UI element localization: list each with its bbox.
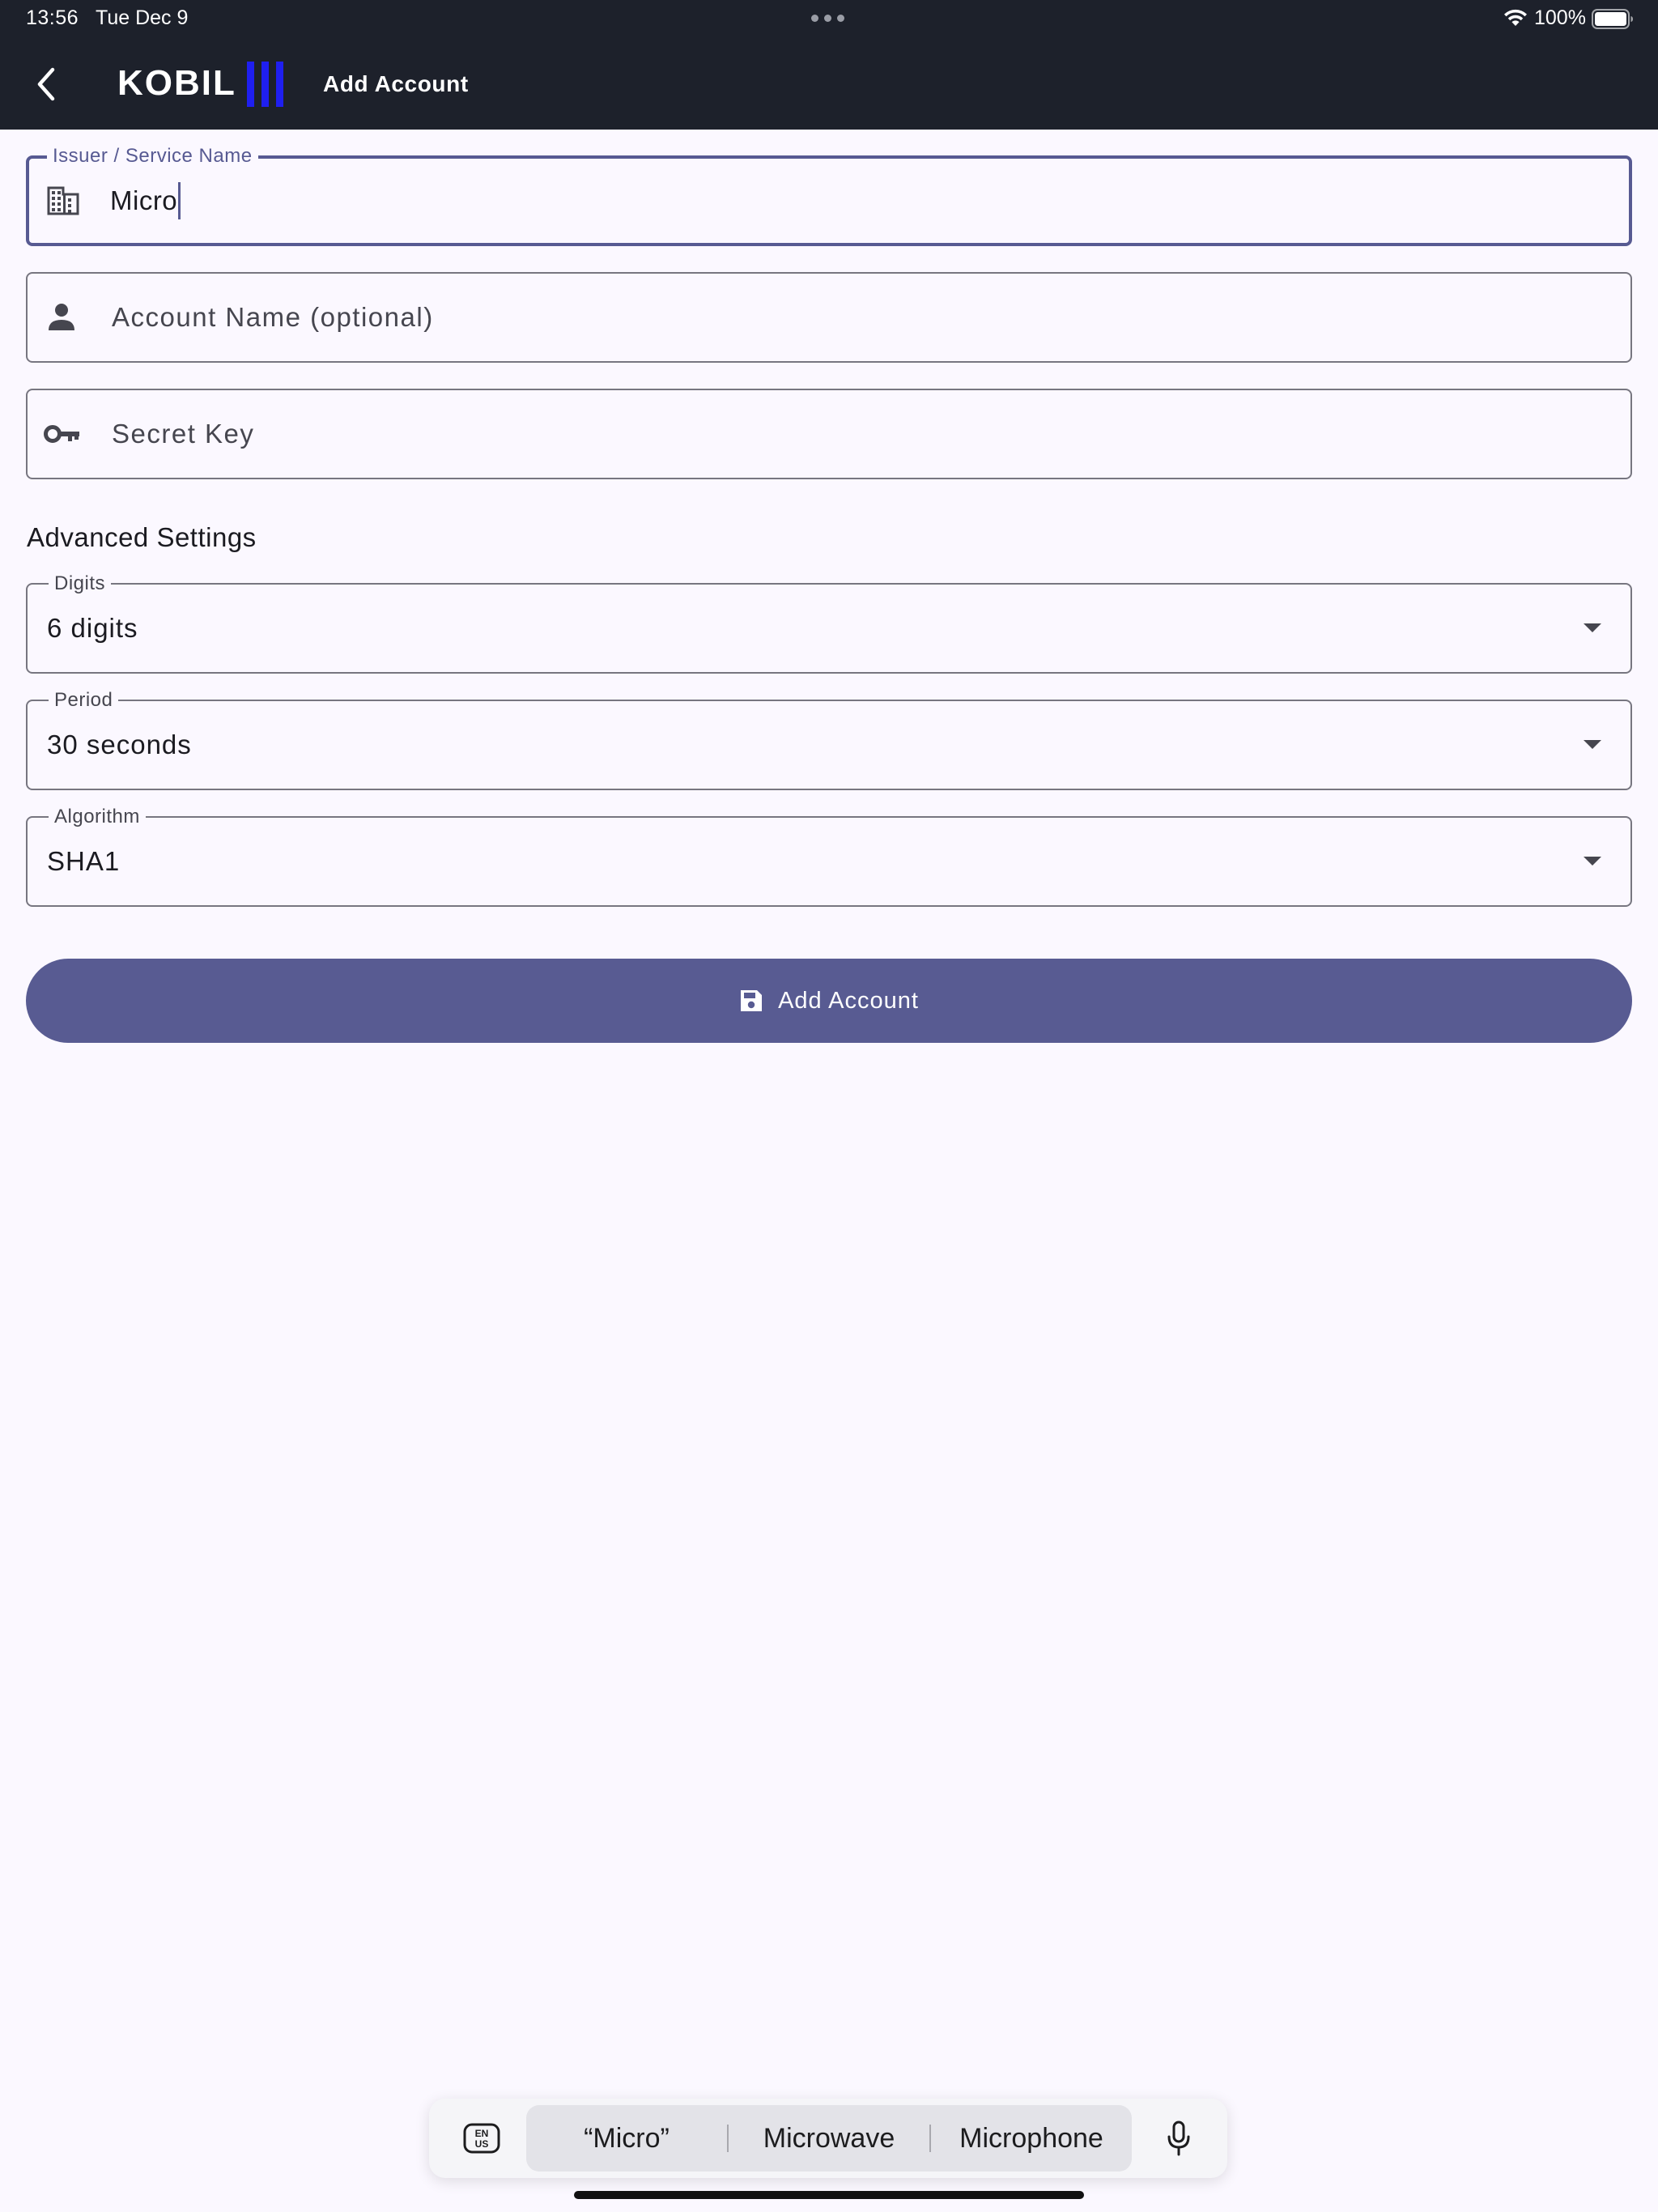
algorithm-select[interactable]: Algorithm SHA1 — [26, 806, 1632, 907]
issuer-input-value: Micro — [110, 185, 178, 215]
period-value: 30 seconds — [47, 730, 192, 759]
keyboard-suggestion-bar: EN US “Micro” Microwave Microphone — [429, 2099, 1227, 2178]
brand-logo-bars-icon — [247, 62, 283, 107]
add-account-button[interactable]: Add Account — [26, 959, 1632, 1043]
chevron-left-icon — [37, 67, 55, 101]
suggestion-item[interactable]: Microphone — [931, 2123, 1132, 2155]
account-name-input[interactable]: Account Name (optional) — [112, 274, 434, 361]
brand-logo-text: KOBIL — [117, 63, 236, 103]
person-icon — [45, 274, 77, 361]
svg-text:US: US — [475, 2138, 489, 2150]
building-icon — [47, 159, 79, 243]
text-caret — [178, 182, 181, 219]
wifi-icon — [1504, 9, 1527, 26]
save-icon — [741, 990, 763, 1011]
add-account-button-label: Add Account — [778, 987, 919, 1014]
battery-icon — [1592, 9, 1633, 29]
algorithm-value: SHA1 — [47, 846, 121, 876]
back-button[interactable] — [23, 60, 68, 108]
page-title: Add Account — [323, 71, 469, 96]
home-indicator[interactable] — [574, 2191, 1084, 2199]
digits-value: 6 digits — [47, 613, 138, 643]
secret-key-input[interactable]: Secret Key — [112, 390, 254, 478]
dropdown-arrow-icon — [1584, 701, 1601, 789]
multitasking-dots-icon[interactable] — [811, 15, 844, 22]
suggestion-item[interactable]: “Micro” — [526, 2123, 727, 2155]
account-name-field[interactable]: Account Name (optional) — [26, 272, 1632, 363]
suggestion-item[interactable]: Microwave — [729, 2123, 929, 2155]
issuer-input[interactable]: Micro — [110, 159, 181, 243]
microphone-icon[interactable] — [1163, 2118, 1195, 2159]
suggestion-strip: “Micro” Microwave Microphone — [526, 2105, 1132, 2172]
status-time: 13:56 — [26, 6, 79, 29]
keyboard-language-icon[interactable]: EN US — [463, 2123, 500, 2154]
secret-key-field[interactable]: Secret Key — [26, 389, 1632, 479]
dropdown-arrow-icon — [1584, 585, 1601, 672]
status-date: Tue Dec 9 — [96, 6, 189, 29]
period-select[interactable]: Period 30 seconds — [26, 689, 1632, 790]
digits-select[interactable]: Digits 6 digits — [26, 572, 1632, 674]
battery-percentage: 100% — [1534, 6, 1586, 29]
dropdown-arrow-icon — [1584, 818, 1601, 905]
key-icon — [44, 390, 81, 478]
app-header: 13:56 Tue Dec 9 100% KOBIL Add Account — [0, 0, 1658, 130]
issuer-field[interactable]: Issuer / Service Name Micro — [26, 145, 1632, 246]
svg-text:EN: EN — [475, 2128, 489, 2139]
advanced-settings-heading: Advanced Settings — [27, 522, 257, 552]
